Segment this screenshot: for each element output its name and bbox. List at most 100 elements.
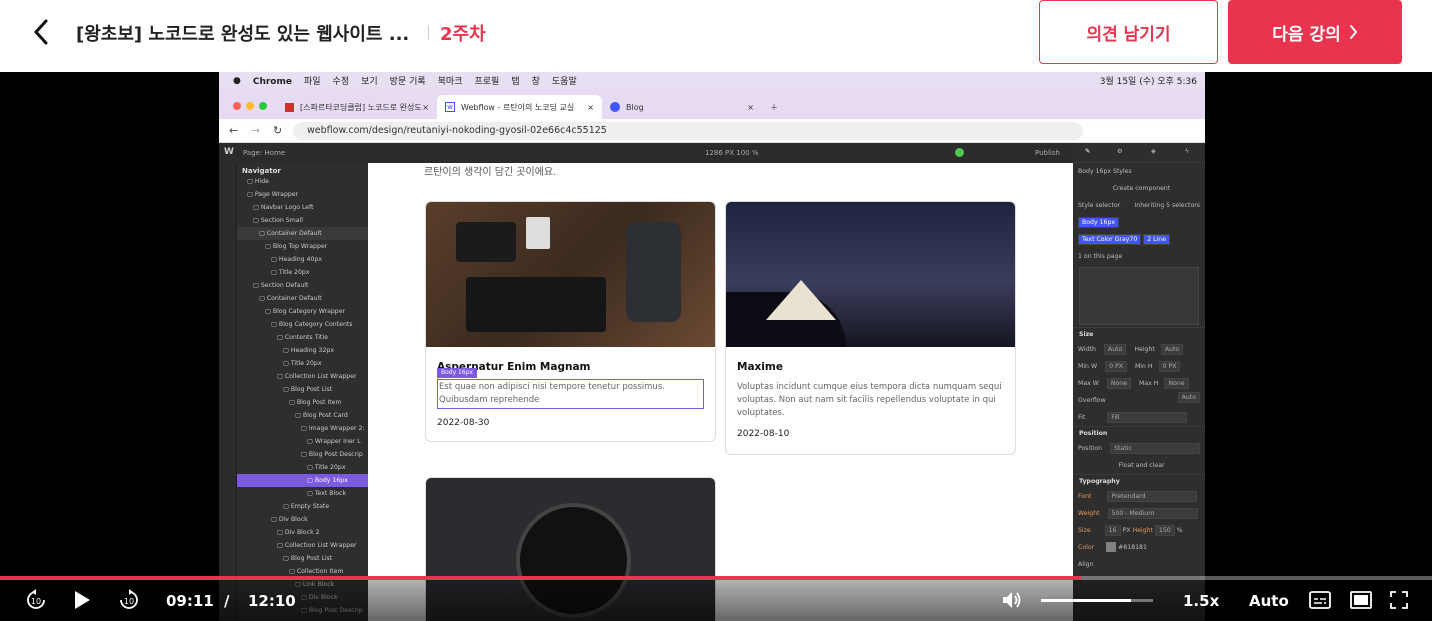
chip-color[interactable]: Text Color Gray70 bbox=[1078, 233, 1142, 245]
color-swatch[interactable] bbox=[1106, 542, 1117, 552]
close-icon[interactable]: × bbox=[747, 103, 754, 112]
playback-speed[interactable]: 1.5x bbox=[1183, 592, 1219, 610]
navigator-item[interactable]: ▢ Page Wrapper bbox=[237, 188, 368, 201]
navigator-item[interactable]: ▢ Empty State bbox=[237, 500, 368, 513]
size-input[interactable]: None bbox=[1106, 377, 1132, 389]
brush-icon[interactable]: ✎ bbox=[1085, 148, 1090, 155]
navigator-item[interactable]: ▢ Collection List Wrapper bbox=[237, 370, 368, 383]
size-input[interactable]: Auto bbox=[1160, 343, 1184, 355]
navigator-item[interactable]: ▢ Wrapper Iner L bbox=[237, 435, 368, 448]
navigator-item[interactable]: ▢ Blog Category Contents bbox=[237, 318, 368, 331]
navigator-item[interactable]: ▢ Section Default bbox=[237, 279, 368, 292]
mac-menu-item[interactable]: 창 bbox=[532, 77, 540, 87]
selector-chips-2[interactable]: Text Color Gray70 2 Line bbox=[1073, 231, 1205, 248]
navigator-item[interactable]: ▢ Title 20px bbox=[237, 461, 368, 474]
navigator-item[interactable]: ▢ Div Block 2 bbox=[237, 526, 368, 539]
play-button[interactable] bbox=[70, 588, 94, 612]
feedback-button[interactable]: 의견 남기기 bbox=[1039, 0, 1218, 64]
font-select[interactable]: Pretendard bbox=[1107, 490, 1198, 502]
mac-menu-item[interactable]: 보기 bbox=[361, 77, 378, 87]
weight-select[interactable]: 500 - Medium bbox=[1107, 507, 1198, 519]
navigator-item[interactable]: ▢ Heading 32px bbox=[237, 344, 368, 357]
navigator-item[interactable]: ▢ Navbar Logo Left bbox=[237, 201, 368, 214]
overflow-auto-button[interactable]: Auto bbox=[1177, 392, 1200, 403]
create-component-button[interactable]: Create component bbox=[1073, 180, 1205, 197]
blog-post-card[interactable]: Aspernatur Enim Magnam Body 16px Est qua… bbox=[425, 201, 716, 442]
navigator-item[interactable]: ▢ Title 20px bbox=[237, 357, 368, 370]
mac-menu-item[interactable]: 프로필 bbox=[475, 77, 500, 87]
navigator-item[interactable]: ▢ Image Wrapper 2: bbox=[237, 422, 368, 435]
design-canvas[interactable]: 르탄이의 생각이 담긴 곳이에요. Aspernatur Enim Magnam… bbox=[368, 163, 1073, 621]
fullscreen-button[interactable] bbox=[1387, 588, 1411, 612]
navigator-item[interactable]: ▢ Blog Category Wrapper bbox=[237, 305, 368, 318]
navigator-item[interactable]: ▢ Blog Post List bbox=[237, 552, 368, 565]
navigator-item[interactable]: ▢ Hide bbox=[237, 175, 368, 188]
navigator-item[interactable]: ▢ Blog Post Card bbox=[237, 409, 368, 422]
color-value[interactable]: #818181 bbox=[1118, 544, 1147, 551]
volume-button[interactable] bbox=[1000, 588, 1024, 612]
navigator-item[interactable]: ▢ Blog Post List bbox=[237, 383, 368, 396]
next-lecture-button[interactable]: 다음 강의 bbox=[1228, 0, 1402, 64]
position-section[interactable]: Position bbox=[1073, 426, 1205, 440]
volume-slider[interactable] bbox=[1041, 599, 1153, 602]
reload-icon[interactable]: ↻ bbox=[273, 124, 282, 137]
chip-body[interactable]: Body 16px bbox=[1078, 216, 1120, 228]
mac-menu-item[interactable]: 탭 bbox=[511, 77, 519, 87]
subtitles-button[interactable] bbox=[1308, 588, 1332, 612]
publish-button[interactable]: Publish bbox=[1035, 149, 1060, 157]
browser-tab-active[interactable]: w Webflow - 르탄이의 노코딩 교실 × bbox=[437, 95, 602, 119]
navigator-item[interactable]: ▢ Section Small bbox=[237, 214, 368, 227]
browser-tab[interactable]: Blog × bbox=[602, 95, 762, 119]
back-button[interactable] bbox=[28, 18, 54, 46]
size-input[interactable]: 0 PX bbox=[1158, 360, 1181, 372]
close-icon[interactable]: × bbox=[587, 103, 594, 112]
navigator-item[interactable]: ▢ Body 16px bbox=[237, 474, 368, 487]
navigator-item[interactable]: ▢ Container Default bbox=[237, 227, 368, 240]
forward-10-button[interactable]: 10 bbox=[117, 588, 141, 612]
browser-tab[interactable]: [스파르타코딩클럽] 노코드로 완성도 × bbox=[277, 95, 437, 119]
close-icon[interactable]: × bbox=[422, 103, 429, 112]
navigator-item[interactable]: ▢ Blog Post Descrip bbox=[237, 448, 368, 461]
size-section[interactable]: Size bbox=[1073, 327, 1205, 341]
mac-menu-item[interactable]: 방문 기록 bbox=[390, 77, 426, 87]
navigator-item[interactable]: ▢ Heading 40px bbox=[237, 253, 368, 266]
navigator-item[interactable]: ▢ Container Default bbox=[237, 292, 368, 305]
video-player[interactable]: ● Chrome 파일 수정 보기 방문 기록 북마크 프로필 탭 창 도움말 3월 15일 (수… bbox=[0, 72, 1432, 621]
size-input[interactable]: Auto bbox=[1103, 343, 1127, 355]
page-selector[interactable]: Page: Home bbox=[243, 149, 285, 157]
mac-menu-item[interactable]: Chrome bbox=[253, 77, 292, 87]
mac-menu-item[interactable]: 수정 bbox=[333, 77, 350, 87]
back-arrow-icon[interactable]: ← bbox=[229, 124, 238, 137]
mac-menu-item[interactable]: 북마크 bbox=[438, 77, 463, 87]
gear-icon[interactable]: ⚙ bbox=[1117, 148, 1123, 155]
navigator-item[interactable]: ▢ Text Block bbox=[237, 487, 368, 500]
blog-post-card[interactable]: Maxime Voluptas incidunt cumque eius tem… bbox=[725, 201, 1016, 455]
rewind-10-button[interactable]: 10 bbox=[24, 588, 48, 612]
position-select[interactable]: Static bbox=[1110, 442, 1201, 454]
navigator-item[interactable]: ▢ Blog Post Item bbox=[237, 396, 368, 409]
spacing-box[interactable] bbox=[1079, 267, 1199, 325]
typography-section[interactable]: Typography bbox=[1073, 474, 1205, 488]
mac-menu-item[interactable]: 파일 bbox=[304, 77, 321, 87]
forward-arrow-icon[interactable]: → bbox=[251, 124, 260, 137]
theater-mode-button[interactable] bbox=[1349, 588, 1373, 612]
bolt-icon[interactable]: ϟ bbox=[1185, 148, 1189, 155]
font-size-input[interactable]: 16 bbox=[1104, 524, 1121, 536]
drops-icon[interactable]: ◈ bbox=[1151, 148, 1156, 155]
mac-menu-item[interactable]: 도움말 bbox=[552, 77, 577, 87]
size-input[interactable]: 0 PX bbox=[1105, 360, 1127, 372]
size-input[interactable]: None bbox=[1164, 377, 1189, 389]
navigator-item[interactable]: ▢ Blog Top Wrapper bbox=[237, 240, 368, 253]
navigator-item[interactable]: ▢ Contents Title bbox=[237, 331, 368, 344]
chip-line[interactable]: 2 Line bbox=[1143, 233, 1171, 245]
fit-select[interactable]: Fill bbox=[1107, 411, 1188, 423]
navigator-item[interactable]: ▢ Title 20px bbox=[237, 266, 368, 279]
line-height-input[interactable]: 150 bbox=[1154, 524, 1175, 536]
navigator-item[interactable]: ▢ Collection List Wrapper bbox=[237, 539, 368, 552]
new-tab-button[interactable]: ＋ bbox=[762, 95, 786, 119]
quality-selector[interactable]: Auto bbox=[1249, 592, 1289, 610]
selector-chips[interactable]: Body 16px bbox=[1073, 214, 1205, 231]
float-clear-toggle[interactable]: Float and clear bbox=[1073, 457, 1205, 474]
url-field[interactable]: webflow.com/design/reutaniyi-nokoding-gy… bbox=[293, 122, 1083, 140]
navigator-item[interactable]: ▢ Div Block bbox=[237, 513, 368, 526]
